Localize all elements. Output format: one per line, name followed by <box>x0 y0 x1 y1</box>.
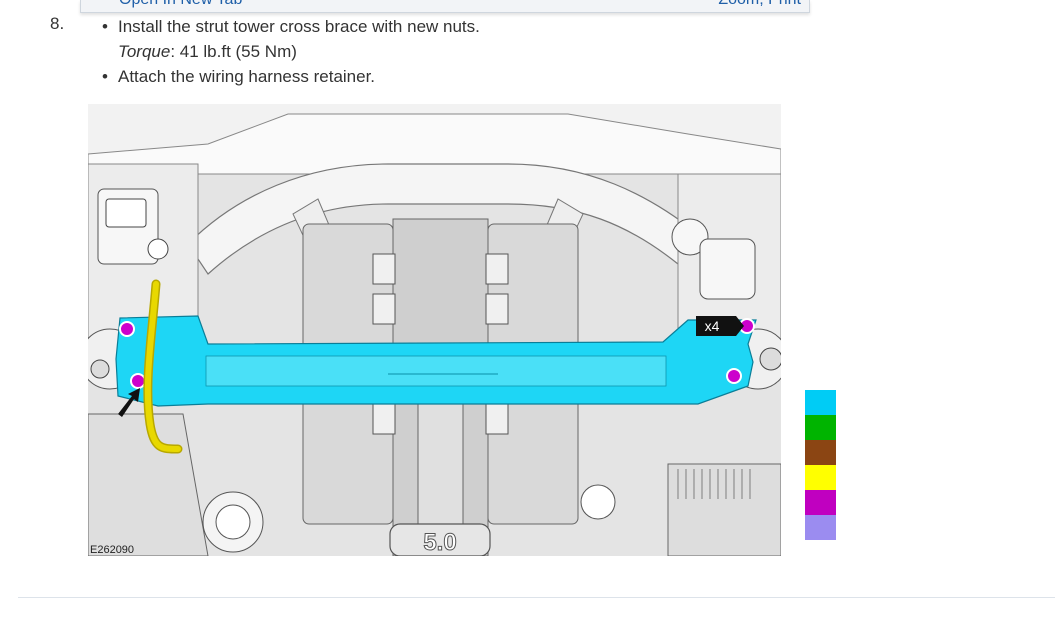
figure-id: E262090 <box>90 544 135 556</box>
open-in-new-tab-link[interactable]: Open In New Tab <box>119 0 242 9</box>
legend-swatch <box>805 465 836 490</box>
color-legend <box>805 390 836 540</box>
zoom-print-link[interactable]: Zoom, Print <box>718 0 801 9</box>
legend-swatch <box>805 515 836 540</box>
torque-value: : 41 lb.ft (55 Nm) <box>170 42 297 61</box>
legend-swatch <box>805 440 836 465</box>
torque-spec: Torque: 41 lb.ft (55 Nm) <box>118 39 480 64</box>
service-illustration[interactable]: 5.0 x4 E262090 <box>88 104 781 556</box>
engine-badge: 5.0 <box>423 529 456 556</box>
step-number: 8. <box>50 14 65 33</box>
instruction-text: Install the strut tower cross brace with… <box>118 17 480 36</box>
list-item: Install the strut tower cross brace with… <box>98 14 480 64</box>
instruction-text: Attach the wiring harness retainer. <box>118 67 376 86</box>
engine-bay-drawing: 5.0 x4 <box>88 104 781 556</box>
section-divider <box>18 597 1055 598</box>
quantity-callout: x4 <box>705 318 720 334</box>
step-instructions: Install the strut tower cross brace with… <box>98 14 480 89</box>
torque-label: Torque <box>118 42 171 61</box>
image-toolbar: Open In New Tab Zoom, Print <box>80 0 810 13</box>
legend-swatch <box>805 415 836 440</box>
list-item: Attach the wiring harness retainer. <box>98 64 480 89</box>
legend-swatch <box>805 490 836 515</box>
legend-swatch <box>805 390 836 415</box>
